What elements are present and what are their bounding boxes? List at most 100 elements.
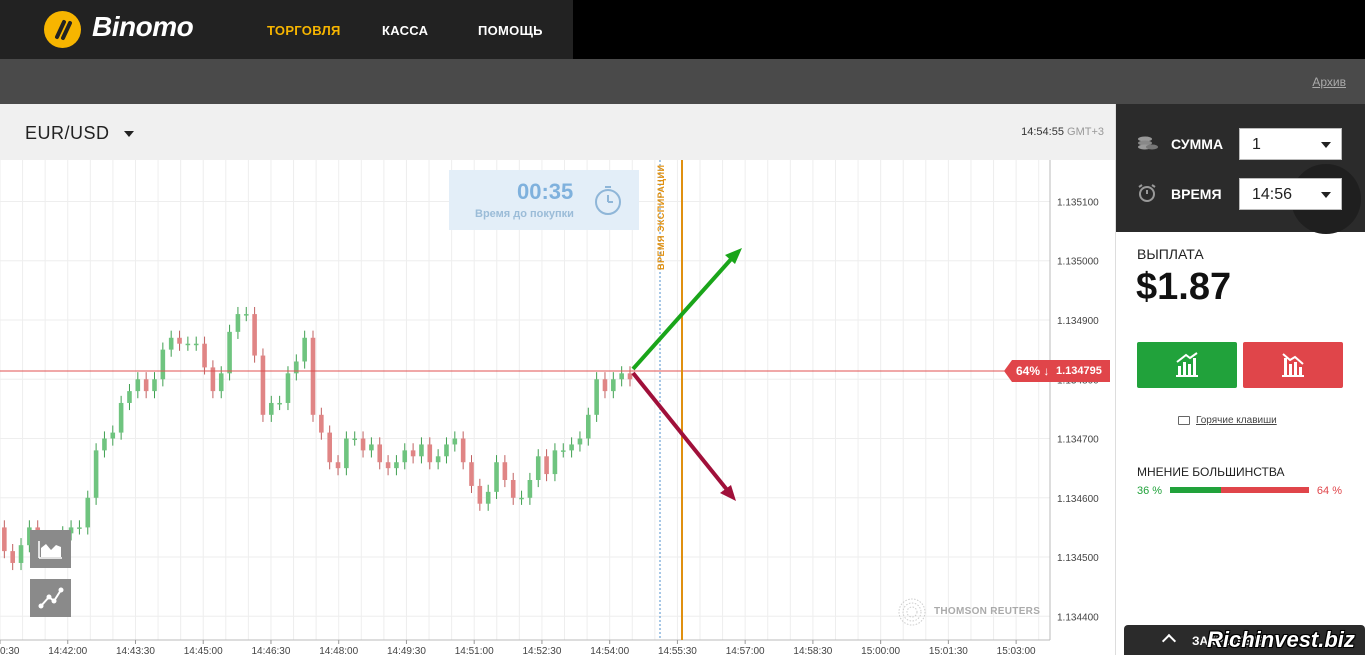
alarm-clock-icon	[1138, 184, 1156, 202]
candle-body	[444, 444, 449, 457]
x-tick-label: 15:01:30	[929, 646, 968, 655]
x-tick-label: 14:58:30	[793, 646, 832, 655]
candle-body	[585, 414, 591, 439]
top-bar: Binomo ТОРГОВЛЯ КАССА ПОМОЩЬ	[0, 0, 1365, 59]
clock-time: 14:54:55	[1021, 126, 1064, 138]
amount-label: СУММА	[1171, 136, 1224, 152]
x-tick-label: 14:51:00	[455, 646, 494, 655]
candle-body	[519, 497, 524, 500]
asset-selector[interactable]: EUR/USD	[25, 123, 110, 144]
candle-body	[302, 337, 307, 362]
chevron-down-icon[interactable]	[124, 131, 134, 137]
candle-body	[77, 527, 82, 529]
candle-body	[310, 337, 316, 415]
y-tick-label: 1.134400	[1057, 612, 1099, 623]
time-select[interactable]: 14:56	[1239, 178, 1342, 210]
put-down-button[interactable]	[1243, 342, 1343, 388]
candle-body	[402, 450, 408, 463]
plot-background	[0, 160, 1050, 640]
candle-body	[535, 456, 541, 480]
archive-link[interactable]: Архив	[1312, 75, 1346, 89]
candle-body	[360, 438, 366, 451]
candle-body	[193, 343, 199, 346]
y-tick-label: 1.135000	[1057, 257, 1099, 268]
candle-body	[185, 343, 191, 346]
candle-body	[294, 361, 299, 374]
candle-body	[352, 438, 358, 441]
call-up-button[interactable]	[1137, 342, 1237, 388]
candle-body	[552, 450, 558, 475]
x-tick-label: 15:03:00	[997, 646, 1036, 655]
candle-body	[277, 402, 282, 405]
payout-label: ВЫПЛАТА	[1137, 246, 1204, 262]
y-tick-label: 1.134700	[1057, 435, 1099, 446]
y-axis: 1.1351001.1350001.1349001.1348001.134700…	[1049, 160, 1099, 640]
current-price-tag: 64% ↓ 1.134795	[1004, 360, 1110, 382]
candle-body	[377, 444, 383, 463]
candle-body	[2, 527, 7, 552]
coins-icon	[1138, 136, 1158, 150]
opinion-up-percent: 36 %	[1137, 485, 1163, 497]
chart-type-button[interactable]	[30, 530, 71, 568]
hotkeys-link[interactable]: Горячие клавиши	[1196, 415, 1277, 426]
chart-header: EUR/USD 14:54:55 GMT+3	[0, 104, 1115, 160]
sub-bar: Архив	[0, 59, 1365, 104]
candle-body	[502, 462, 508, 480]
x-tick-label: 14:42:00	[48, 646, 87, 655]
candle-body	[477, 485, 483, 504]
nav-trade[interactable]: ТОРГОВЛЯ	[267, 23, 341, 38]
price-chart[interactable]: 1.1351001.1350001.1349001.1348001.134700…	[0, 160, 1115, 655]
candle-body	[335, 462, 341, 469]
x-tick-label: 14:55:30	[658, 646, 697, 655]
binomo-logo-icon[interactable]	[44, 11, 81, 48]
candle-body	[168, 337, 174, 350]
keyboard-icon	[1178, 416, 1190, 425]
trade-panel: СУММА 1 ВРЕМЯ 14:56 ВЫПЛАТА $1.87 Горячи…	[1115, 104, 1365, 655]
candle-body	[327, 432, 332, 463]
candle-body	[85, 497, 91, 528]
candle-body	[102, 438, 107, 451]
chevron-up-icon	[1161, 633, 1177, 649]
candle-body	[110, 432, 116, 439]
candle-body	[594, 379, 599, 415]
candle-body	[93, 450, 99, 498]
candle-body	[152, 379, 157, 392]
candle-body	[494, 462, 499, 492]
stopwatch-icon	[595, 186, 621, 215]
candle-body	[319, 414, 324, 433]
x-tick-label: 14:45:00	[184, 646, 223, 655]
chart-down-icon	[1282, 353, 1304, 377]
candle-body	[385, 462, 391, 469]
candle-body	[602, 379, 608, 392]
amount-select[interactable]: 1	[1239, 128, 1342, 160]
top-bar-brand-area: Binomo ТОРГОВЛЯ КАССА ПОМОЩЬ	[0, 0, 573, 59]
amount-value: 1	[1252, 136, 1261, 153]
brand-name[interactable]: Binomo	[92, 11, 194, 43]
candle-body	[435, 456, 441, 463]
candle-body	[285, 373, 291, 403]
chart-grid	[0, 160, 1050, 640]
candle-body	[177, 337, 182, 344]
indicators-button[interactable]	[30, 579, 71, 617]
x-tick-label: 14:40:30	[0, 646, 20, 655]
indicators-icon	[38, 587, 64, 609]
candle-body	[560, 450, 566, 452]
candle-body	[510, 480, 516, 498]
y-tick-label: 1.134600	[1057, 494, 1099, 505]
x-tick-label: 14:49:30	[387, 646, 426, 655]
candle-body	[235, 314, 241, 332]
nav-help[interactable]: ПОМОЩЬ	[478, 23, 543, 38]
candle-body	[569, 444, 574, 451]
candle-body	[369, 444, 374, 451]
candle-body	[611, 379, 616, 392]
candle-body	[452, 438, 458, 445]
opinion-up-bar	[1170, 487, 1221, 493]
candle-body	[344, 438, 349, 469]
payout-value: $1.87	[1136, 266, 1232, 308]
candle-body	[419, 444, 424, 457]
x-tick-label: 14:57:00	[726, 646, 765, 655]
price-tag-percent: 64% ↓	[1016, 364, 1050, 378]
nav-cashier[interactable]: КАССА	[382, 23, 428, 38]
x-tick-label: 14:54:00	[590, 646, 629, 655]
x-axis: 14:40:30 14:42:00 14:43:30 14:45:00 14:46:30…	[0, 639, 1050, 655]
